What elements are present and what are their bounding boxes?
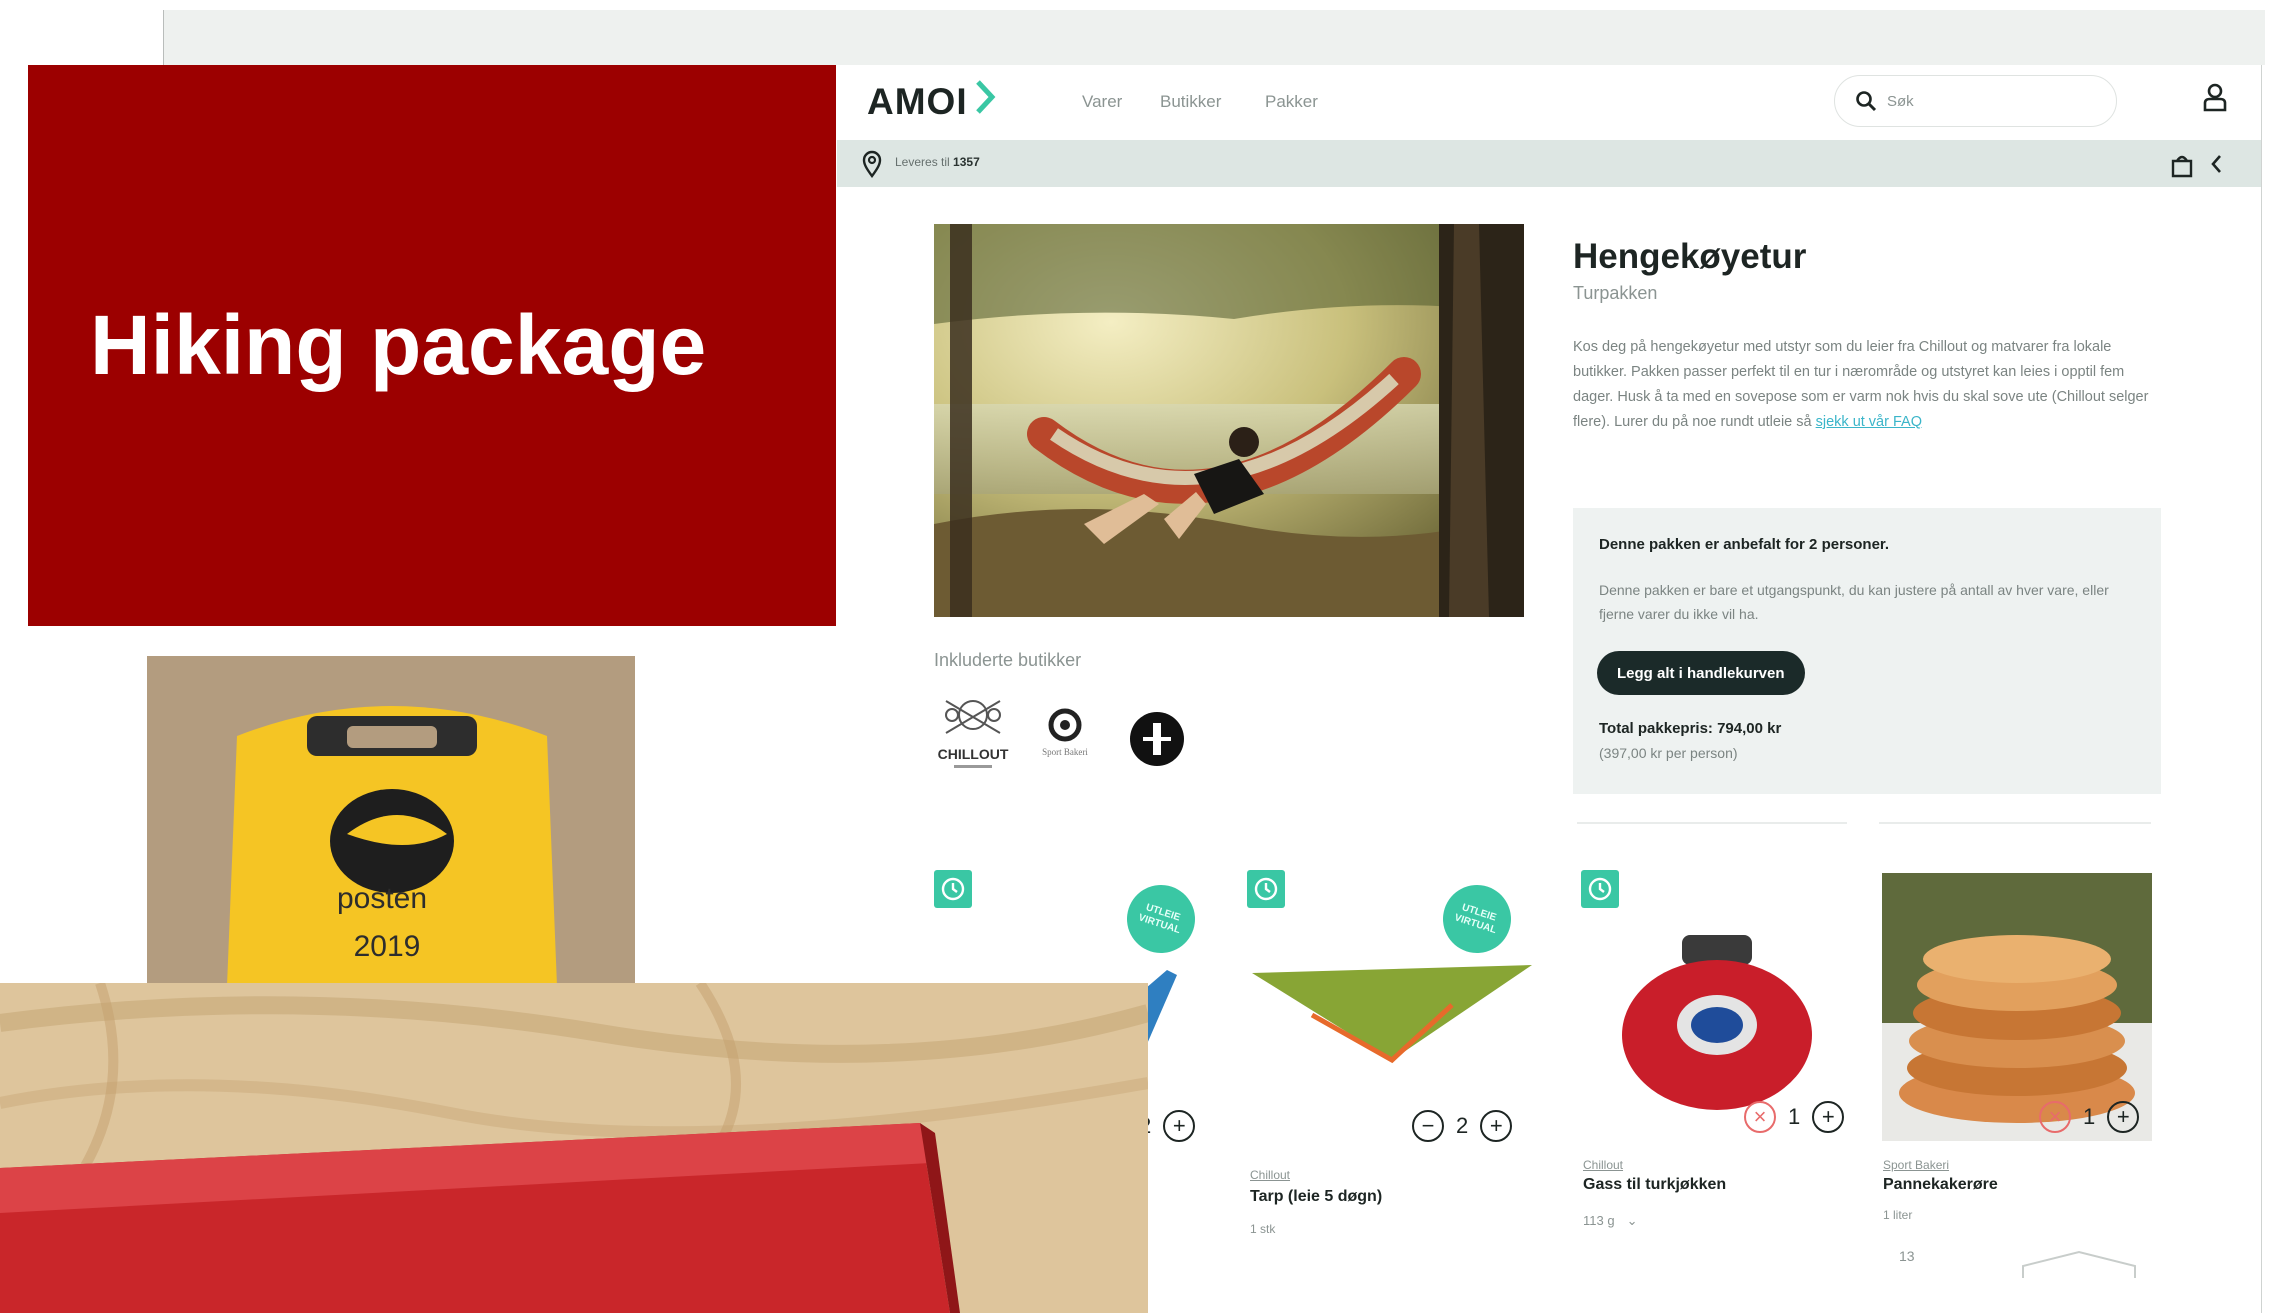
nav-varer[interactable]: Varer — [1082, 92, 1122, 112]
total-package-price: Total pakkepris: 794,00 kr — [1599, 720, 1782, 737]
variant-select-value: 113 g — [1583, 1213, 1615, 1228]
logo-chevron-icon — [974, 79, 996, 125]
product-name[interactable]: Tarp (leie 5 døgn) — [1250, 1188, 1382, 1206]
quantity-increase-button[interactable]: + — [1163, 1110, 1196, 1142]
faq-link[interactable]: sjekk ut vår FAQ — [1816, 414, 1922, 430]
divider — [1879, 822, 2151, 824]
yellow-bag-photo: posten 2019 — [147, 656, 635, 986]
product-unit: 1 stk — [1250, 1222, 1276, 1236]
product-shop-link[interactable]: Sport Bakeri — [1883, 1158, 1949, 1172]
recommendation-text: Denne pakken er bare et utgangspunkt, du… — [1599, 582, 2109, 622]
red-bag-on-wood-photo — [0, 983, 1148, 1313]
quantity-decrease-button[interactable]: − — [1412, 1110, 1444, 1142]
logo-text: AMOI — [867, 81, 968, 122]
chevron-left-icon[interactable] — [2209, 153, 2223, 175]
delivery-label: Leveres til — [895, 155, 950, 169]
page-number: 13 — [1899, 1248, 1915, 1264]
slide-title: Hiking package — [90, 298, 707, 392]
included-stores-label: Inkluderte butikker — [934, 650, 1082, 670]
rental-clock-icon — [1581, 870, 1619, 908]
quantity-stepper: × 1 + — [1744, 1101, 1845, 1133]
amoi-logo[interactable]: AMOI — [867, 79, 996, 125]
quantity-value: 2 — [1456, 1113, 1469, 1138]
chillout-logo-text: CHILLOUT — [938, 746, 1009, 762]
package-title: Hengekøyetur — [1573, 237, 1807, 276]
search-icon — [1856, 91, 1877, 112]
quantity-increase-button[interactable]: + — [1480, 1110, 1513, 1142]
quantity-increase-button[interactable]: + — [2107, 1101, 2140, 1133]
product-name[interactable]: Gass til turkjøkken — [1583, 1176, 1726, 1194]
variant-select[interactable]: 113 g ⌄ — [1583, 1213, 1637, 1229]
rental-clock-icon — [934, 870, 972, 908]
search-input[interactable]: Søk — [1834, 75, 2117, 127]
add-all-to-cart-button[interactable]: Legg alt i handlekurven — [1597, 651, 1805, 695]
sport-bakeri-logo-text: Sport Bakeri — [1042, 747, 1088, 757]
divider — [1577, 822, 1847, 824]
slide-title-box: Hiking package — [28, 65, 836, 626]
recommendation-panel: Denne pakken er anbefalt for 2 personer.… — [1573, 508, 2161, 794]
product-shop-link[interactable]: Chillout — [1250, 1168, 1290, 1182]
nav-butikker[interactable]: Butikker — [1160, 92, 1221, 112]
nav-pakker[interactable]: Pakker — [1265, 92, 1318, 112]
rental-stamp-text: UTLEIE VIRTUAL — [1452, 902, 1498, 937]
product-name[interactable]: Pannekakerøre — [1883, 1176, 1998, 1194]
bag-brand-text: posten — [337, 882, 427, 915]
shopping-bag-icon[interactable] — [2170, 152, 2194, 178]
browser-frame-top — [163, 10, 2265, 65]
quantity-increase-button[interactable]: + — [1812, 1101, 1845, 1133]
quantity-value: 1 — [1788, 1104, 1801, 1129]
tarp-product-image — [1252, 965, 1532, 1064]
store-logo-black-circle[interactable] — [1129, 711, 1185, 772]
user-icon[interactable] — [2202, 83, 2228, 113]
delivery-bar: Leveres til 1357 — [837, 140, 2261, 187]
store-logo-sport-bakeri[interactable]: Sport Bakeri — [1029, 705, 1109, 770]
delete-item-button[interactable]: × — [1744, 1101, 1776, 1133]
recommendation-title: Denne pakken er anbefalt for 2 personer. — [1599, 536, 1890, 553]
quantity-stepper: × 1 + — [2039, 1101, 2140, 1133]
delivery-location[interactable]: Leveres til 1357 — [895, 155, 980, 169]
scroll-up-indicator[interactable] — [2021, 1250, 2137, 1280]
bag-year-text: 2019 — [354, 930, 421, 963]
slide-canvas: { "slide": { "title": "Hiking package", … — [0, 0, 2269, 1313]
site-header: AMOI Varer Butikker Pakker Søk — [837, 65, 2261, 138]
rental-stamp-text: UTLEIE VIRTUAL — [1136, 902, 1182, 937]
rental-stamp-badge: UTLEIE VIRTUAL — [1118, 876, 1204, 962]
quantity-value: 1 — [2083, 1104, 2096, 1129]
rental-stamp-badge: UTLEIE VIRTUAL — [1434, 876, 1520, 962]
product-unit: 1 liter — [1883, 1208, 1913, 1222]
store-logo-chillout[interactable]: CHILLOUT — [934, 693, 1012, 778]
chevron-down-icon: ⌄ — [1626, 1213, 1638, 1228]
quantity-stepper: − 2 + — [1412, 1110, 1513, 1142]
product-shop-link[interactable]: Chillout — [1583, 1158, 1623, 1172]
rental-clock-icon — [1247, 870, 1285, 908]
gas-canister-image — [1622, 935, 1812, 1110]
location-pin-icon[interactable] — [862, 150, 882, 178]
price-per-person: (397,00 kr per person) — [1599, 745, 1738, 761]
delete-item-button[interactable]: × — [2039, 1101, 2071, 1133]
delivery-postcode: 1357 — [953, 155, 980, 169]
package-description: Kos deg på hengekøyetur med utstyr som d… — [1573, 335, 2163, 435]
hammock-hero-photo — [934, 224, 1524, 617]
search-placeholder: Søk — [1887, 92, 1914, 110]
package-subtitle: Turpakken — [1573, 283, 1658, 303]
